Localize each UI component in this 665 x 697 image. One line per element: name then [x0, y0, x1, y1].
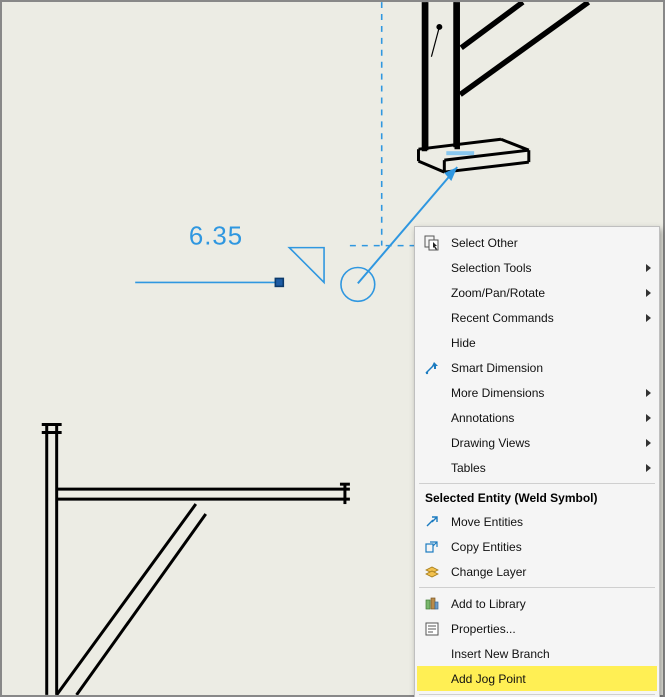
submenu-arrow-icon [646, 289, 651, 297]
menu-recent-commands[interactable]: Recent Commands [417, 305, 657, 330]
menu-move-entities[interactable]: Move Entities [417, 509, 657, 534]
menu-label: Move Entities [451, 515, 651, 529]
add-to-library-icon [421, 595, 443, 613]
menu-tables[interactable]: Tables [417, 455, 657, 480]
menu-add-jog-point[interactable]: Add Jog Point [417, 666, 657, 691]
viewport: 6.35 Select Other Selection Tools Zoom/P… [0, 0, 665, 697]
menu-insert-new-branch[interactable]: Insert New Branch [417, 641, 657, 666]
menu-smart-dimension[interactable]: Smart Dimension [417, 355, 657, 380]
copy-entities-icon [421, 538, 443, 556]
context-menu: Select Other Selection Tools Zoom/Pan/Ro… [414, 226, 660, 697]
menu-more-dimensions[interactable]: More Dimensions [417, 380, 657, 405]
menu-label: Add to Library [451, 597, 651, 611]
submenu-arrow-icon [646, 414, 651, 422]
menu-label: Select Other [451, 236, 651, 250]
change-layer-icon [421, 563, 443, 581]
menu-separator [419, 587, 655, 588]
submenu-arrow-icon [646, 264, 651, 272]
submenu-arrow-icon [646, 314, 651, 322]
weld-size-text[interactable]: 6.35 [189, 223, 243, 251]
menu-label: Add Jog Point [451, 672, 651, 686]
select-other-icon [421, 234, 443, 252]
menu-change-layer[interactable]: Change Layer [417, 559, 657, 584]
menu-properties[interactable]: Properties... [417, 616, 657, 641]
menu-select-other[interactable]: Select Other [417, 230, 657, 255]
properties-icon [421, 620, 443, 638]
menu-label: Drawing Views [451, 436, 640, 450]
menu-selection-tools[interactable]: Selection Tools [417, 255, 657, 280]
menu-label: Hide [451, 336, 651, 350]
menu-annotations[interactable]: Annotations [417, 405, 657, 430]
menu-label: Copy Entities [451, 540, 651, 554]
menu-add-to-library[interactable]: Add to Library [417, 591, 657, 616]
submenu-arrow-icon [646, 439, 651, 447]
menu-zoom-pan-rotate[interactable]: Zoom/Pan/Rotate [417, 280, 657, 305]
menu-label: Properties... [451, 622, 651, 636]
submenu-arrow-icon [646, 389, 651, 397]
menu-section-header: Selected Entity (Weld Symbol) [417, 487, 657, 509]
submenu-arrow-icon [646, 464, 651, 472]
menu-label: Selection Tools [451, 261, 640, 275]
menu-copy-entities[interactable]: Copy Entities [417, 534, 657, 559]
menu-label: Annotations [451, 411, 640, 425]
menu-label: Recent Commands [451, 311, 640, 325]
move-entities-icon [421, 513, 443, 531]
menu-hide[interactable]: Hide [417, 330, 657, 355]
menu-label: Tables [451, 461, 640, 475]
smart-dimension-icon [421, 359, 443, 377]
menu-separator [419, 694, 655, 695]
menu-label: Insert New Branch [451, 647, 651, 661]
leader-handle[interactable] [275, 278, 283, 286]
menu-label: Change Layer [451, 565, 651, 579]
menu-drawing-views[interactable]: Drawing Views [417, 430, 657, 455]
menu-label: More Dimensions [451, 386, 640, 400]
menu-label: Zoom/Pan/Rotate [451, 286, 640, 300]
menu-separator [419, 483, 655, 484]
menu-label: Smart Dimension [451, 361, 651, 375]
